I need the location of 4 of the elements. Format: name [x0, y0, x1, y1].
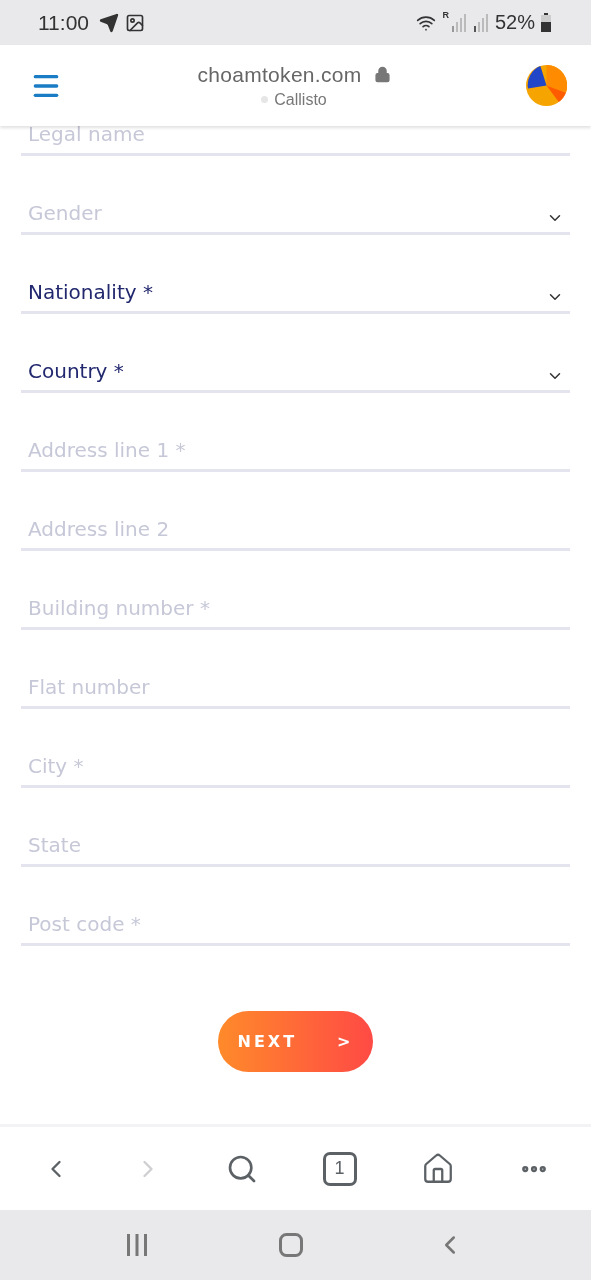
battery-level: 52%	[494, 11, 535, 34]
clock: 11:00	[38, 10, 89, 35]
roaming-indicator: R	[442, 10, 449, 20]
network-name: Callisto	[274, 90, 327, 109]
